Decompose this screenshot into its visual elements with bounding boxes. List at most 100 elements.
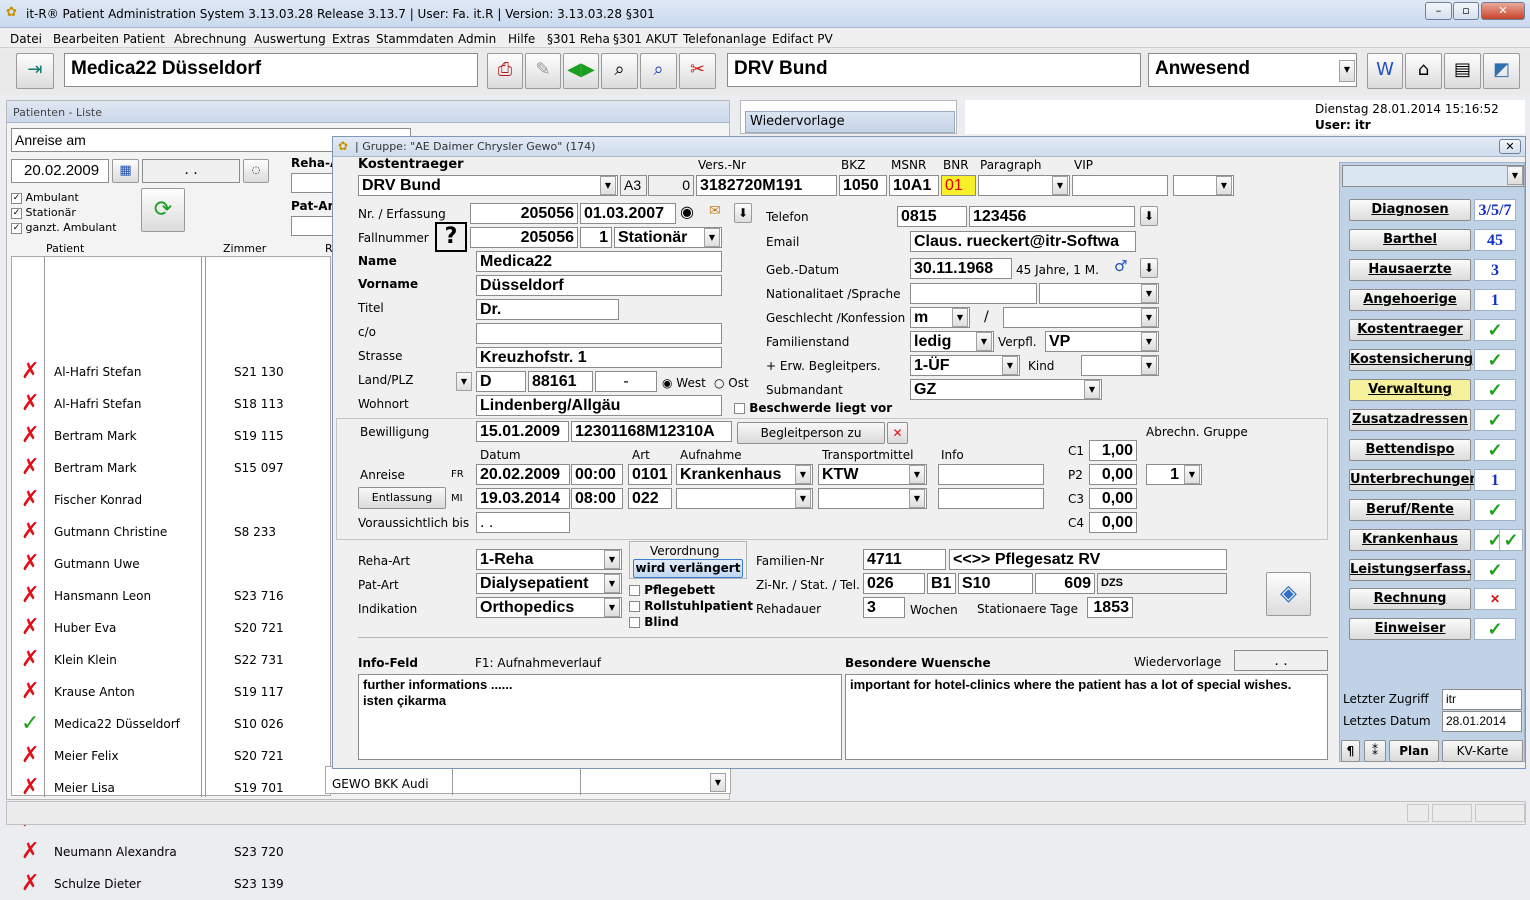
chevron-down-icon[interactable]: ▼ [1084,380,1100,399]
chevron-down-icon[interactable]: ▼ [1141,332,1157,351]
side-leistungserfass--button[interactable]: Leistungserfass. [1349,559,1471,581]
side-einweiser-button[interactable]: Einweiser [1349,618,1471,640]
side-bettendispo-button[interactable]: Bettendispo [1349,439,1471,461]
table-row[interactable]: ✗ Al-Hafri Stefan S21 130 [17,356,332,388]
rehadauer-field[interactable]: 3 [863,597,905,618]
tel-vorwahl-field[interactable]: 0815 [897,206,967,227]
c4-field[interactable]: 0,00 [1089,512,1137,533]
versnr-field[interactable]: 3182720M191 [696,175,837,196]
side-select[interactable] [1342,165,1524,187]
co-field[interactable] [476,323,722,344]
print-icon[interactable]: ⎙ [487,53,523,89]
anreise-art[interactable]: 0101 [628,464,672,485]
binoculars-icon[interactable]: ⌕ [601,53,638,89]
erfassung-field[interactable]: 01.03.2007 [580,203,676,224]
menu-stammdaten[interactable]: Stammdaten [376,32,454,46]
pilcrow-button[interactable]: ¶ [1341,740,1360,762]
stat-tage-field[interactable]: 1853 [1087,597,1133,618]
menu--301-akut[interactable]: §301 AKUT [613,32,678,46]
bewilligung-datum[interactable]: 15.01.2009 [476,421,569,442]
menu-auswertung[interactable]: Auswertung [254,32,326,46]
fall-n-field[interactable]: 1 [580,227,612,248]
menu-hilfe[interactable]: Hilfe [508,32,535,46]
side-hausaerzte-button[interactable]: Hausaerzte [1349,259,1471,281]
menu-datei[interactable]: Datei [10,32,42,46]
side-verwaltung-button[interactable]: Verwaltung [1349,379,1471,401]
name-field[interactable]: Medica22 [476,251,722,272]
arrow-down-icon[interactable]: ⬇ [1140,206,1158,226]
side-kostentraeger-button[interactable]: Kostentraeger [1349,319,1471,341]
close-window-button[interactable]: ✕ [1481,2,1525,20]
email-field[interactable]: Claus. rueckert@itr-Softwa [910,231,1136,252]
save-icon[interactable]: ◈ [1266,572,1311,616]
table-row[interactable]: ✗ Hansmann Leon S23 716 [17,580,332,612]
beschwerde-checkbox[interactable]: Beschwerde liegt vor [734,401,892,415]
chevron-down-icon[interactable]: ▼ [710,773,726,792]
wiedervorlage-field[interactable]: . . [1234,650,1328,671]
chevron-down-icon[interactable]: ▼ [604,598,620,617]
side-beruf-rente-button[interactable]: Beruf/Rente [1349,499,1471,521]
maximize-button[interactable]: ▫ [1453,2,1479,20]
side-diagnosen-button[interactable]: Diagnosen [1349,199,1471,221]
table-row[interactable]: ✗ Krause Anton S19 117 [17,676,332,708]
chevron-down-icon[interactable]: ▼ [976,332,992,351]
side-krankenhaus-button[interactable]: Krankenhaus [1349,529,1471,551]
info-field-1[interactable] [938,464,1044,485]
side-angehoerige-button[interactable]: Angehoerige [1349,289,1471,311]
tel-field[interactable]: S10 [958,573,1033,594]
chevron-down-icon[interactable]: ▼ [952,308,968,327]
konfession-select[interactable] [1003,307,1159,328]
side-unterbrechungen-button[interactable]: Unterbrechungen [1349,469,1479,491]
chevron-down-icon[interactable]: ▼ [456,372,472,391]
date-to-field[interactable]: . . [142,159,240,183]
strasse-field[interactable]: Kreuzhofstr. 1 [476,347,722,368]
table-row[interactable]: ✗ Klein Klein S22 731 [17,644,332,676]
info-field-2[interactable] [938,488,1044,509]
payer-field[interactable]: DRV Bund [727,53,1141,87]
document-icon[interactable]: ▤ [1444,53,1481,89]
side-barthel-button[interactable]: Barthel [1349,229,1471,251]
entlassung-button[interactable]: Entlassung [358,487,446,509]
table-row[interactable]: ✗ Bertram Mark S19 115 [17,420,332,452]
asterism-button[interactable]: ⁑ [1364,740,1386,762]
table-row[interactable]: ✗ Gutmann Christine S8 233 [17,516,332,548]
kostentraeger-select[interactable]: DRV Bund [358,175,618,196]
table-row[interactable]: ✗ Fischer Konrad [17,484,332,516]
tel2-field[interactable]: 609 [1035,573,1095,594]
reha-a-field[interactable] [291,173,333,193]
minimize-button[interactable]: – [1425,2,1452,20]
scanner-icon[interactable]: ✎ [525,53,561,89]
menu--301-reha[interactable]: §301 Reha [547,32,610,46]
geb-field[interactable]: 30.11.1968 [910,258,1012,279]
menu-bearbeiten[interactable]: Bearbeiten [53,32,119,46]
wohnort-field[interactable]: Lindenberg/Allgäu [476,395,722,416]
entlassung-aufnahme-select[interactable] [676,488,813,509]
side-zusatzadressen-button[interactable]: Zusatzadressen [1349,409,1471,431]
p2-field[interactable]: 0,00 [1089,464,1137,485]
pat-art-field[interactable] [291,216,333,236]
plz-field[interactable]: 88161 [528,371,593,392]
table-row[interactable]: ✗ Huber Eva S20 721 [17,612,332,644]
refresh-icon[interactable]: ⟳ [141,188,185,232]
pflegebett-checkbox[interactable]: Pflegebett [629,583,715,597]
side-rechnung-button[interactable]: Rechnung [1349,588,1471,610]
west-radio[interactable]: ◉ West [662,376,706,390]
binoculars-blue-icon[interactable]: ⌕ [640,53,677,89]
chevron-down-icon[interactable]: ▼ [1507,166,1523,185]
kv-karte-button[interactable]: KV-Karte [1442,740,1523,762]
ost-radio[interactable]: ○ Ost [714,376,749,390]
date-field[interactable]: 20.02.2009 [11,159,109,183]
chevron-down-icon[interactable]: ▼ [1141,356,1157,375]
wird-verlaengert-button[interactable]: wird verlängert [633,559,743,578]
chevron-down-icon[interactable]: ▼ [1216,176,1232,195]
table-row[interactable]: ✗ Meier Lisa S19 701 [17,772,332,804]
bnr-field[interactable]: 01 [941,175,976,196]
dialog-close-button[interactable]: ✕ [1499,139,1521,154]
clinic-field[interactable]: Medica22 Düsseldorf [64,53,478,87]
submandant-select[interactable]: GZ [910,379,1102,400]
chevron-down-icon[interactable]: ▼ [704,228,720,247]
chevron-down-icon[interactable]: ▼ [795,465,811,484]
word-doc-icon[interactable]: W [1367,53,1403,89]
help-icon[interactable]: ? [435,222,467,252]
familiennr-field[interactable]: 4711 [863,549,946,570]
